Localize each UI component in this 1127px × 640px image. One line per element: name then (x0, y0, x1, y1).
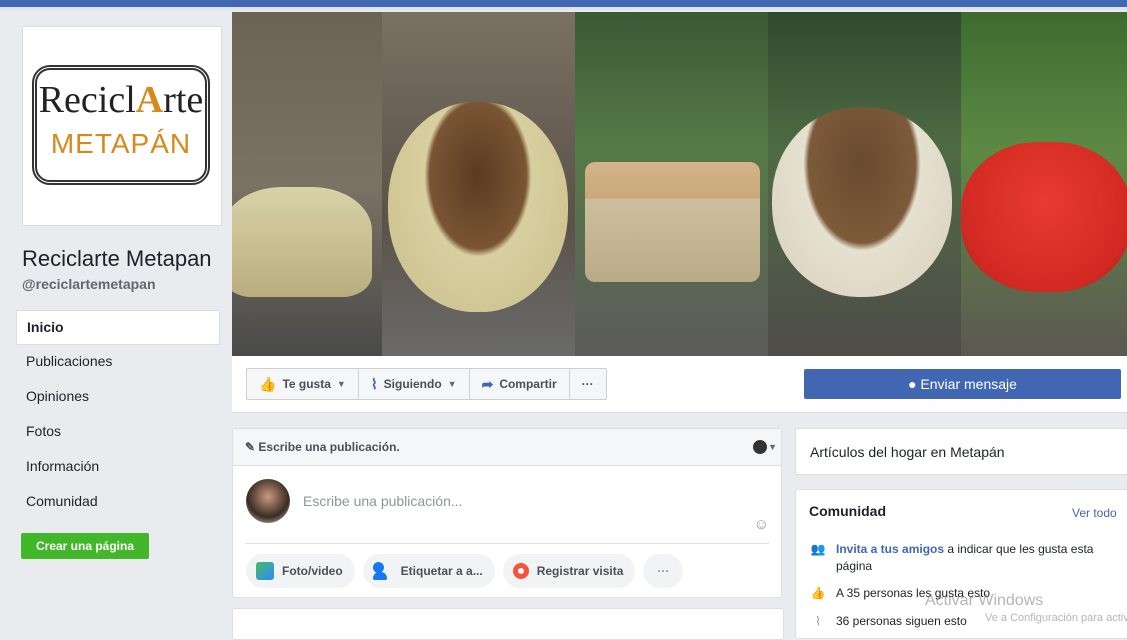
cover-panel-5 (961, 12, 1127, 356)
caret-down-icon: ▼ (447, 379, 457, 389)
top-bar-gap (0, 7, 1127, 10)
avatar (246, 479, 290, 523)
tag-people-label: Etiquetar a a... (400, 564, 483, 578)
add-friends-icon: 👥 (810, 542, 826, 556)
invite-friends-link[interactable]: Invita a tus amigos (836, 542, 944, 556)
stool-image (961, 142, 1127, 292)
logo-text-a: Recicl (38, 79, 136, 121)
check-in-button[interactable]: Registrar visita (502, 554, 636, 588)
stool-image (388, 102, 568, 312)
like-label: Te gusta (282, 377, 331, 391)
logo-text-c: rte (163, 79, 204, 121)
composer-more-label: ··· (657, 564, 670, 578)
invite-row: 👥 Invita a tus amigos a indicar que les g… (810, 541, 1100, 575)
cover-panel-3 (575, 12, 768, 356)
share-label: Compartir (499, 377, 557, 391)
tag-people-button[interactable]: Etiquetar a a... (362, 554, 495, 588)
more-button[interactable]: ··· (570, 369, 606, 399)
nav-item-publicaciones[interactable]: Publicaciones (16, 345, 220, 380)
windows-activation-subtext: Ve a Configuración para activar Wi (985, 612, 1127, 624)
category-text[interactable]: Artículos del hogar en Metapán (810, 444, 1005, 460)
stool-image (232, 187, 372, 297)
community-title: Comunidad (809, 503, 886, 519)
send-message-button[interactable]: ● Enviar mensaje (804, 369, 1121, 399)
divider (245, 543, 769, 544)
nav-item-informacion[interactable]: Información (16, 450, 220, 485)
thumbs-up-icon: 👍 (810, 586, 826, 600)
post-composer: ✎ Escribe una publicación. ▼ Escribe una… (232, 428, 782, 598)
rss-icon: ⌇ (815, 614, 821, 628)
identity-avatar[interactable] (753, 440, 767, 454)
page-title[interactable]: Reciclarte Metapan (22, 246, 212, 272)
logo-line-1: ReciclArte (37, 78, 205, 122)
composer-actions: Foto/video Etiquetar a a... Registrar vi… (246, 554, 684, 588)
page-actions: 👍 Te gusta ▼ ⌇ Siguiendo ▼ ➦ Compartir ··· (246, 368, 607, 400)
composer-header-label: Escribe una publicación. (258, 440, 400, 454)
photo-video-button[interactable]: Foto/video (246, 554, 355, 588)
composer-more-button[interactable]: ··· (643, 554, 684, 588)
thumbs-up-icon: 👍 (259, 376, 277, 392)
rss-icon: ⌇ (370, 376, 378, 392)
follow-label: Siguiendo (383, 377, 442, 391)
send-message-label: Enviar mensaje (920, 376, 1017, 392)
composer-header[interactable]: ✎ Escribe una publicación. ▼ (233, 429, 781, 466)
stool-image (772, 107, 952, 297)
nav-item-inicio[interactable]: Inicio (16, 310, 220, 345)
category-card: Artículos del hogar en Metapán (795, 428, 1127, 475)
cover-panel-2 (382, 12, 575, 356)
invite-text: Invita a tus amigos a indicar que les gu… (836, 541, 1100, 575)
photo-icon (256, 562, 274, 580)
share-button[interactable]: ➦ Compartir (470, 369, 570, 399)
pencil-icon: ✎ (245, 440, 259, 454)
like-button[interactable]: 👍 Te gusta ▼ (247, 369, 359, 399)
emoji-icon[interactable]: ☺ (754, 516, 769, 533)
create-page-button[interactable]: Crear una página (21, 533, 149, 559)
logo-text-b: A (135, 79, 164, 121)
logo: ReciclArte METAPÁN (32, 65, 210, 185)
photo-video-label: Foto/video (282, 564, 343, 578)
nav-item-fotos[interactable]: Fotos (16, 415, 220, 450)
profile-picture[interactable]: ReciclArte METAPÁN (22, 26, 222, 226)
next-post-card (232, 608, 784, 640)
post-input[interactable]: Escribe una publicación... (303, 493, 463, 509)
cover-panel-1 (232, 12, 382, 356)
cover-photo[interactable] (232, 12, 1127, 356)
follows-count: 36 personas siguen esto (836, 614, 967, 628)
tag-people-icon (372, 562, 393, 580)
nav-item-opiniones[interactable]: Opiniones (16, 380, 220, 415)
nav-item-comunidad[interactable]: Comunidad (16, 485, 220, 520)
windows-activation-watermark: Activar Windows (925, 592, 1044, 609)
cover-panel-4 (768, 12, 961, 356)
left-nav: Inicio Publicaciones Opiniones Fotos Inf… (16, 310, 220, 520)
stool-image (585, 162, 760, 282)
more-label: ··· (581, 377, 594, 391)
caret-down-icon[interactable]: ▼ (768, 429, 777, 465)
page-handle[interactable]: @reciclartemetapan (22, 276, 156, 292)
follow-button[interactable]: ⌇ Siguiendo ▼ (359, 369, 470, 399)
check-in-label: Registrar visita (536, 564, 624, 578)
share-arrow-icon: ➦ (481, 376, 494, 392)
see-all-link[interactable]: Ver todo (1072, 506, 1117, 520)
location-pin-icon (512, 563, 529, 579)
messenger-icon: ● (908, 376, 921, 392)
caret-down-icon: ▼ (336, 379, 346, 389)
logo-line-2: METAPÁN (50, 128, 192, 159)
